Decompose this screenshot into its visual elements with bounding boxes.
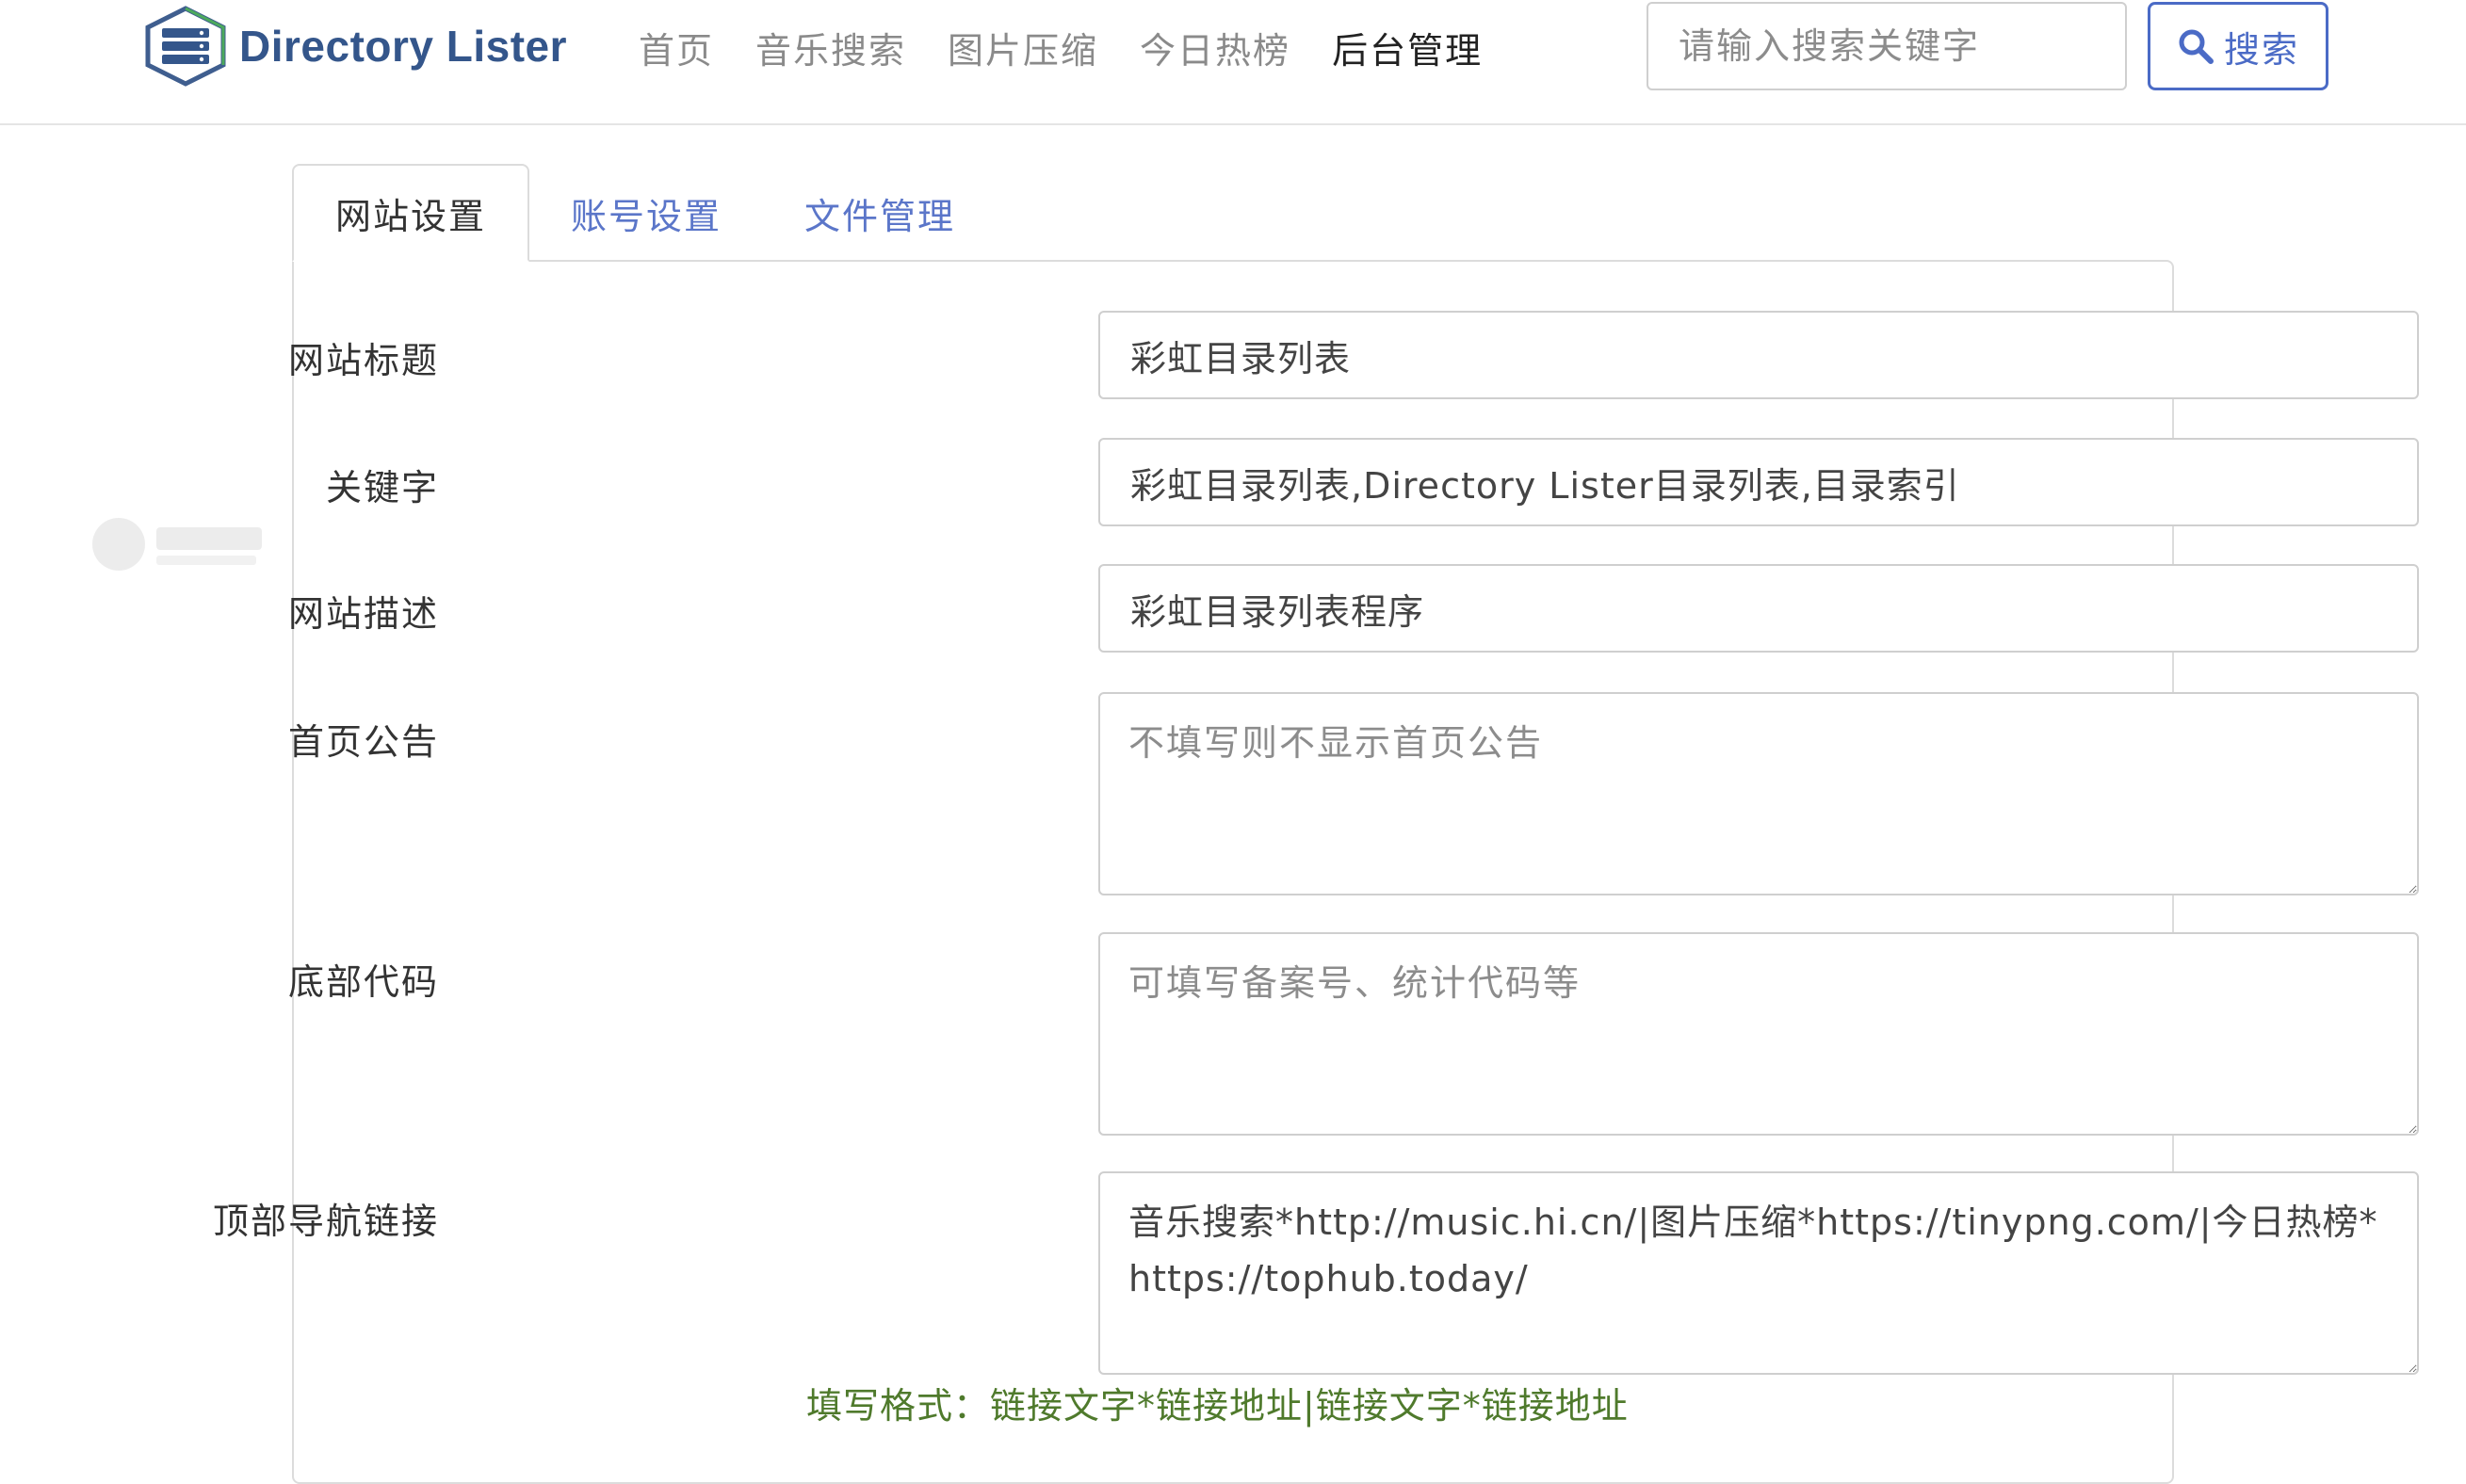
footer-code-textarea[interactable] [1098, 932, 2419, 1136]
search-input[interactable] [1647, 2, 2127, 90]
search-button[interactable]: 搜索 [2148, 2, 2328, 90]
nav-item-admin[interactable]: 后台管理 [1332, 22, 1483, 73]
search-button-label: 搜索 [2223, 28, 2299, 71]
announcement-textarea[interactable] [1098, 692, 2419, 895]
search-icon [2179, 29, 2214, 64]
nav-item-music-search[interactable]: 音乐搜索 [755, 22, 906, 73]
top-nav-links-help: 填写格式：链接文字*链接地址|链接文字*链接地址 [806, 1385, 1629, 1427]
footer-code-label: 底部代码 [287, 961, 439, 1003]
brand[interactable]: Directory Lister [141, 6, 567, 87]
announcement-label: 首页公告 [287, 721, 439, 763]
top-navbar: Directory Lister 首页 音乐搜索 图片压缩 今日热榜 后台管理 … [0, 0, 2466, 125]
top-nav-links-label: 顶部导航链接 [212, 1201, 439, 1242]
site-description-label: 网站描述 [287, 593, 439, 635]
main-nav: 首页 音乐搜索 图片压缩 今日热榜 后台管理 [639, 21, 1524, 73]
settings-panel: 网站标题 关键字 网站描述 首页公告 底部代码 顶部导航链接 音乐搜索*http… [213, 260, 2419, 1484]
brand-name: Directory Lister [239, 22, 568, 71]
tab-file-management[interactable]: 文件管理 [763, 164, 997, 262]
server-logo-icon [145, 6, 226, 87]
top-nav-links-textarea[interactable]: 音乐搜索*http://music.hi.cn/|图片压缩*https://ti… [1098, 1171, 2419, 1375]
site-title-label: 网站标题 [287, 340, 439, 381]
keywords-label: 关键字 [325, 467, 439, 508]
keywords-input[interactable] [1098, 438, 2419, 526]
site-title-input[interactable] [1098, 311, 2419, 399]
nav-item-image-compress[interactable]: 图片压缩 [948, 22, 1098, 73]
watermark-logo [92, 518, 262, 571]
tab-account-settings[interactable]: 账号设置 [529, 164, 763, 262]
site-description-input[interactable] [1098, 564, 2419, 653]
nav-item-hot-list[interactable]: 今日热榜 [1140, 22, 1290, 73]
nav-item-home[interactable]: 首页 [639, 22, 714, 73]
tab-site-settings[interactable]: 网站设置 [292, 164, 530, 262]
settings-tabs: 网站设置 账号设置 文件管理 [292, 164, 997, 262]
